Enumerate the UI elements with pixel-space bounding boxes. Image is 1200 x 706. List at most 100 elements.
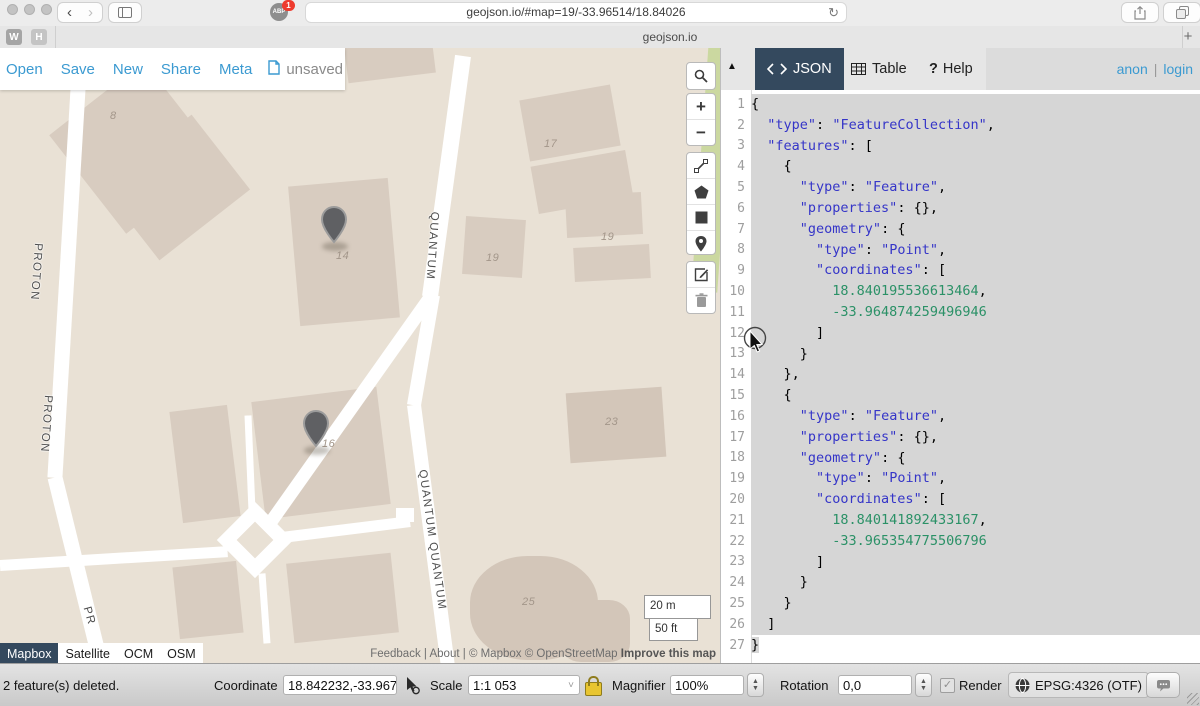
layer-mapbox[interactable]: Mapbox [0,643,58,663]
line-number: 17 [721,430,751,445]
layer-satellite[interactable]: Satellite [58,643,116,663]
line-number: 20 [721,492,751,507]
forward-button[interactable]: › [80,4,101,21]
scale-combo[interactable]: 1:1 053 ˅ [468,675,580,695]
draw-rectangle-button[interactable] [687,205,715,231]
code-line[interactable]: 17 "properties": {}, [721,427,1200,448]
map-marker[interactable] [302,410,330,453]
code-line[interactable]: 8 "type": "Point", [721,240,1200,261]
code-line[interactable]: 7 "geometry": { [721,219,1200,240]
code-line[interactable]: 16 "type": "Feature", [721,406,1200,427]
zoom-in-label: + [696,98,706,115]
line-number: 26 [721,617,751,632]
layer-osm[interactable]: OSM [160,643,202,663]
magnifier-stepper[interactable]: ▲▼ [747,664,764,706]
coordinate-input[interactable]: 18.842232,-33.967060 [283,675,397,695]
draw-polygon-button[interactable] [687,179,715,205]
login-link[interactable]: login [1163,61,1193,77]
code-line[interactable]: 3 "features": [ [721,136,1200,157]
log-messages-button[interactable] [1146,664,1180,706]
tab-help[interactable]: ? Help [917,48,985,90]
code-line[interactable]: 20 "coordinates": [ [721,489,1200,510]
tab-overview-button[interactable] [1163,2,1200,23]
mouse-position-toggle[interactable] [401,664,421,706]
collapse-panel-button[interactable]: ▲ [727,61,737,72]
pinned-tab-w[interactable]: W [6,29,22,45]
code-line[interactable]: 19 "type": "Point", [721,468,1200,489]
improve-map-link[interactable]: Improve this map [621,648,716,660]
render-checkbox[interactable]: ✓ [940,664,955,706]
map-marker[interactable] [320,206,348,249]
new-tab-button[interactable]: + [1180,26,1196,48]
code-line[interactable]: 9 "coordinates": [ [721,260,1200,281]
file-icon [268,60,280,79]
building [172,561,243,639]
window-minimize-button[interactable] [24,4,35,15]
menu-open[interactable]: Open [6,61,43,78]
about-link[interactable]: About [429,648,459,660]
code-line[interactable]: 11 -33.964874259496946 [721,302,1200,323]
code-line[interactable]: 10 18.840195536613464, [721,281,1200,302]
zoom-in-button[interactable]: + [687,94,715,120]
code-line[interactable]: 4 { [721,156,1200,177]
rotation-input[interactable]: 0,0 [838,675,912,695]
window-close-button[interactable] [7,4,18,15]
line-tool-icon [694,159,708,173]
menu-new[interactable]: New [113,61,143,78]
anon-link[interactable]: anon [1117,61,1148,77]
code-line[interactable]: 5 "type": "Feature", [721,177,1200,198]
code-line[interactable]: 22 -33.965354775506796 [721,531,1200,552]
line-number: 16 [721,409,751,424]
building [573,244,651,282]
reload-icon[interactable]: ↻ [828,3,839,22]
code-line[interactable]: 1{ [721,94,1200,115]
line-number: 9 [721,263,751,278]
menu-save[interactable]: Save [61,61,95,78]
share-button[interactable] [1121,2,1159,23]
code-line[interactable]: 14 }, [721,364,1200,385]
edit-feature-button[interactable] [687,262,715,288]
code-line[interactable]: 15 { [721,385,1200,406]
sidebar-button[interactable] [108,2,142,23]
code-line[interactable]: 6 "properties": {}, [721,198,1200,219]
code-line[interactable]: 27} [721,635,1200,656]
code-line[interactable]: 18 "geometry": { [721,448,1200,469]
code-line[interactable]: 2 "type": "FeatureCollection", [721,115,1200,136]
resize-grip[interactable] [1187,693,1199,705]
code-line[interactable]: 23 ] [721,552,1200,573]
code-line[interactable]: 21 18.840141892433167, [721,510,1200,531]
tab-table[interactable]: Table [839,48,919,90]
tab-json[interactable]: JSON [755,48,844,90]
code-line[interactable]: 12 ] [721,323,1200,344]
active-tab[interactable]: geojson.io [160,26,1180,48]
adblock-badge: 1 [282,0,295,11]
draw-marker-button[interactable] [687,231,715,255]
code-line[interactable]: 25 } [721,593,1200,614]
json-editor[interactable]: 1{2 "type": "FeatureCollection",3 "featu… [721,90,1200,663]
window-zoom-button[interactable] [41,4,52,15]
magnifier-input[interactable]: 100% [670,675,744,695]
building [519,84,620,161]
pinned-tab-h[interactable]: H [31,29,47,45]
pinned-tab-label: H [35,32,42,43]
search-control[interactable] [686,62,716,90]
rotation-stepper[interactable]: ▲▼ [915,664,932,706]
tabs-icon [1176,6,1189,19]
menu-meta[interactable]: Meta [219,61,252,78]
menu-share[interactable]: Share [161,61,201,78]
road [281,516,410,543]
code-line[interactable]: 26 ] [721,614,1200,635]
zoom-out-button[interactable]: − [687,120,715,145]
code-line[interactable]: 13 } [721,344,1200,365]
copyright-text[interactable]: © Mapbox © OpenStreetMap [469,648,618,660]
layer-ocm[interactable]: OCM [117,643,160,663]
draw-line-button[interactable] [687,153,715,179]
delete-feature-button[interactable] [687,288,715,313]
url-bar[interactable]: geojson.io/#map=19/-33.96514/18.84026 ↻ [305,2,847,23]
code-line[interactable]: 24 } [721,572,1200,593]
map-canvas[interactable]: PROTON PROTON QUANTUM QUANTUM QUANTUM PR… [0,48,720,663]
scale-lock-button[interactable] [585,664,602,706]
feedback-link[interactable]: Feedback [370,648,421,660]
crs-button[interactable]: EPSG:4326 (OTF) [1008,664,1149,706]
back-button[interactable]: ‹ [59,4,80,21]
